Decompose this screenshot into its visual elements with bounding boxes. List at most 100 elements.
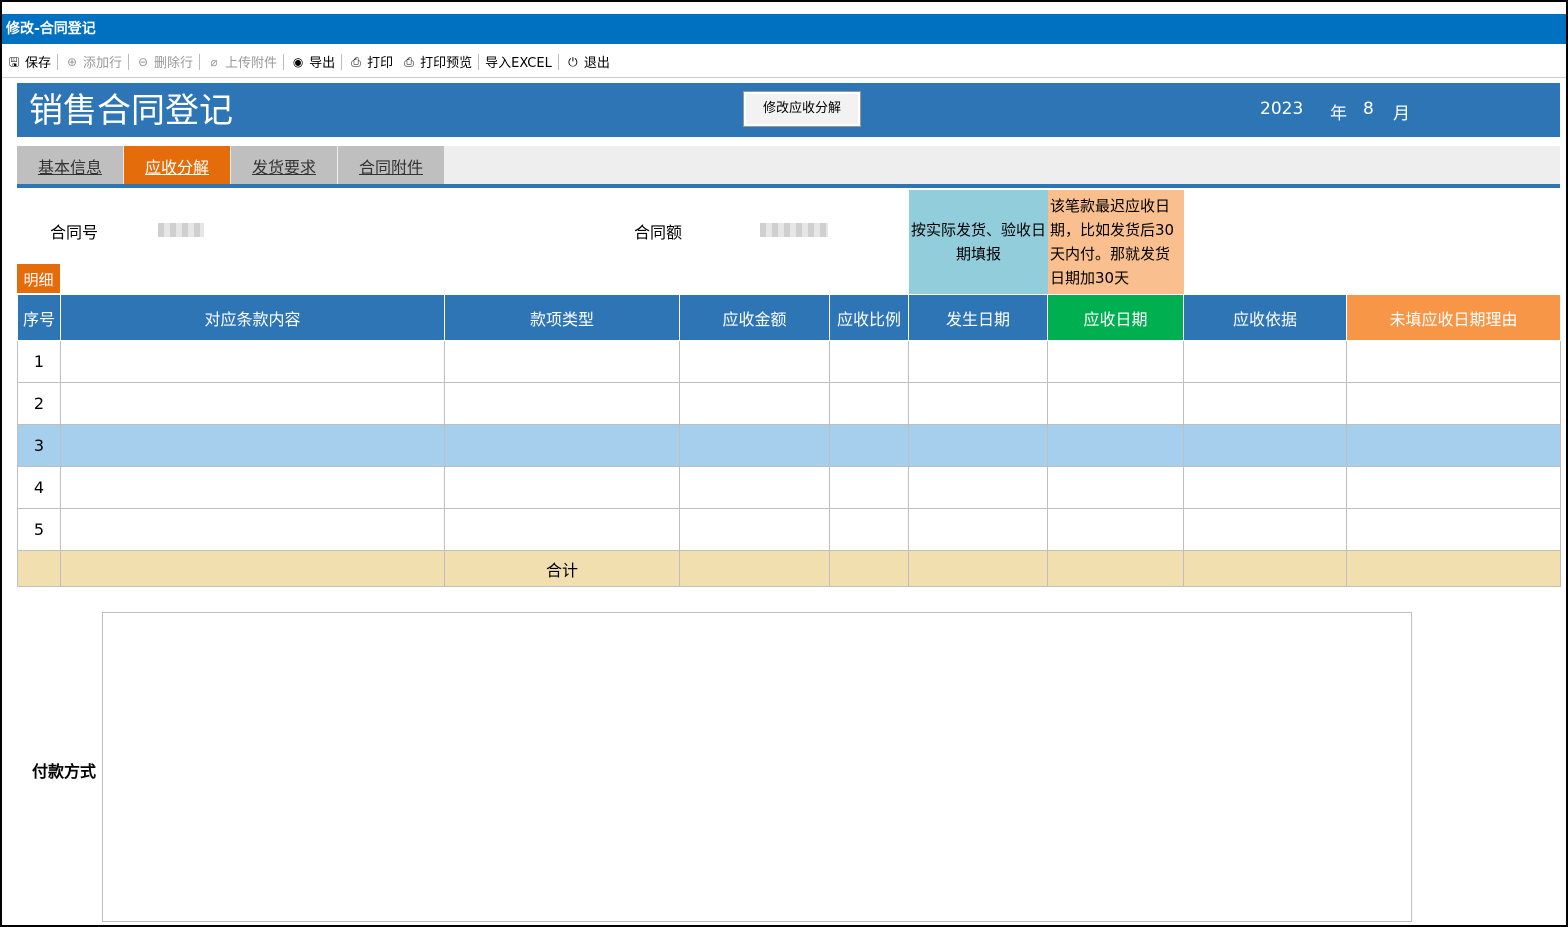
table-cell[interactable] <box>908 508 1048 551</box>
table-cell[interactable] <box>908 424 1048 467</box>
table-cell[interactable] <box>908 340 1048 383</box>
table-cell[interactable] <box>1047 466 1184 509</box>
receivable-date-note: 该笔款最迟应收日期，比如发货后30天内付。那就发货日期加30天 <box>1048 190 1184 294</box>
table-row-selected[interactable]: 3 <box>17 424 1561 467</box>
table-row[interactable]: 4 <box>17 466 1561 509</box>
table-cell[interactable] <box>679 424 830 467</box>
print-preview-label: 打印预览 <box>420 56 473 71</box>
table-cell[interactable] <box>908 382 1048 425</box>
table-cell <box>60 550 445 587</box>
column-header: 对应条款内容 <box>60 294 445 341</box>
table-cell[interactable] <box>444 466 680 509</box>
table-cell[interactable] <box>1183 382 1347 425</box>
table-cell[interactable] <box>1047 424 1184 467</box>
table-cell[interactable] <box>60 382 445 425</box>
table-cell[interactable] <box>60 424 445 467</box>
table-cell[interactable] <box>1346 508 1561 551</box>
tab-contract-attachments[interactable]: 合同附件 <box>338 146 444 184</box>
column-header: 未填应收日期理由 <box>1346 294 1561 341</box>
table-cell <box>1047 550 1184 587</box>
table-cell <box>679 550 830 587</box>
row-number: 5 <box>17 508 61 551</box>
table-cell[interactable] <box>1183 340 1347 383</box>
paperclip-icon: ⌀ <box>210 54 218 69</box>
table-cell[interactable] <box>1047 382 1184 425</box>
table-cell[interactable] <box>1183 508 1347 551</box>
save-label: 保存 <box>25 56 52 71</box>
row-number: 4 <box>17 466 61 509</box>
table-cell[interactable] <box>1346 424 1561 467</box>
toolbar-divider <box>57 53 59 70</box>
import-excel-button[interactable]: 导入EXCEL <box>481 50 556 74</box>
print-button[interactable]: ⎙ 打印 <box>344 50 397 74</box>
table-cell <box>829 550 909 587</box>
table-cell[interactable] <box>1047 508 1184 551</box>
column-header: 应收依据 <box>1183 294 1347 341</box>
table-row[interactable]: 1 <box>17 340 1561 383</box>
delete-row-button[interactable]: ⊖ 删除行 <box>131 50 197 74</box>
toolbar-divider <box>557 53 559 70</box>
add-row-button[interactable]: ⊕ 添加行 <box>60 50 126 74</box>
export-button[interactable]: ◉ 导出 <box>286 50 339 74</box>
exit-button[interactable]: ⏻ 退出 <box>561 50 614 74</box>
table-cell[interactable] <box>679 466 830 509</box>
print-preview-button[interactable]: ⎙ 打印预览 <box>397 50 476 74</box>
table-cell[interactable] <box>829 382 909 425</box>
table-cell[interactable] <box>679 508 830 551</box>
contract-amount-value[interactable] <box>760 223 828 237</box>
table-cell[interactable] <box>829 340 909 383</box>
table-cell[interactable] <box>1346 340 1561 383</box>
form-header: 销售合同登记 修改应收分解 2023 年 8 月 <box>17 83 1560 137</box>
tab-basic-info[interactable]: 基本信息 <box>17 146 123 184</box>
save-button[interactable]: 🖫 保存 <box>2 50 55 74</box>
payment-method-textarea[interactable] <box>102 612 1412 922</box>
table-cell[interactable] <box>829 508 909 551</box>
contract-no-value[interactable] <box>158 223 204 237</box>
table-cell <box>17 550 61 587</box>
receivable-table: 序号 对应条款内容 款项类型 应收金额 应收比例 发生日期 应收日期 应收依据 … <box>17 294 1561 587</box>
toolbar-divider <box>478 53 480 70</box>
table-cell <box>1183 550 1347 587</box>
save-icon: 🖫 <box>8 54 20 69</box>
import-excel-label: 导入EXCEL <box>485 56 552 71</box>
table-cell[interactable] <box>1346 382 1561 425</box>
table-cell[interactable] <box>60 466 445 509</box>
upload-attachment-button[interactable]: ⌀ 上传附件 <box>202 50 281 74</box>
table-cell[interactable] <box>60 340 445 383</box>
table-cell[interactable] <box>1183 466 1347 509</box>
row-number: 3 <box>17 424 61 467</box>
toolbar-divider <box>341 53 343 70</box>
table-cell[interactable] <box>1047 340 1184 383</box>
tab-receivable-breakdown[interactable]: 应收分解 <box>124 146 230 184</box>
table-cell[interactable] <box>1346 466 1561 509</box>
exit-label: 退出 <box>583 56 610 71</box>
month-value: 8 <box>1363 99 1374 119</box>
table-cell[interactable] <box>60 508 445 551</box>
table-cell[interactable] <box>1183 424 1347 467</box>
table-cell <box>908 550 1048 587</box>
table-cell[interactable] <box>444 340 680 383</box>
table-cell[interactable] <box>829 466 909 509</box>
column-header: 款项类型 <box>444 294 680 341</box>
table-cell[interactable] <box>444 382 680 425</box>
total-label: 合计 <box>444 550 680 587</box>
column-header: 序号 <box>17 294 61 341</box>
power-icon: ⏻ <box>568 54 578 69</box>
table-cell[interactable] <box>444 508 680 551</box>
table-cell[interactable] <box>829 424 909 467</box>
export-label: 导出 <box>309 56 336 71</box>
table-cell[interactable] <box>444 424 680 467</box>
window-title: 修改-合同登记 <box>2 14 1566 44</box>
contract-amount-label: 合同额 <box>634 223 683 242</box>
table-row[interactable]: 2 <box>17 382 1561 425</box>
table-cell[interactable] <box>908 466 1048 509</box>
tab-shipping-requirements[interactable]: 发货要求 <box>231 146 337 184</box>
print-label: 打印 <box>367 56 394 71</box>
table-cell[interactable] <box>679 340 830 383</box>
tab-bar: 基本信息 应收分解 发货要求 合同附件 <box>17 146 1560 188</box>
export-icon: ◉ <box>292 54 304 69</box>
table-cell[interactable] <box>679 382 830 425</box>
modify-receivable-button[interactable]: 修改应收分解 <box>743 91 861 127</box>
row-number: 2 <box>17 382 61 425</box>
table-row[interactable]: 5 <box>17 508 1561 551</box>
